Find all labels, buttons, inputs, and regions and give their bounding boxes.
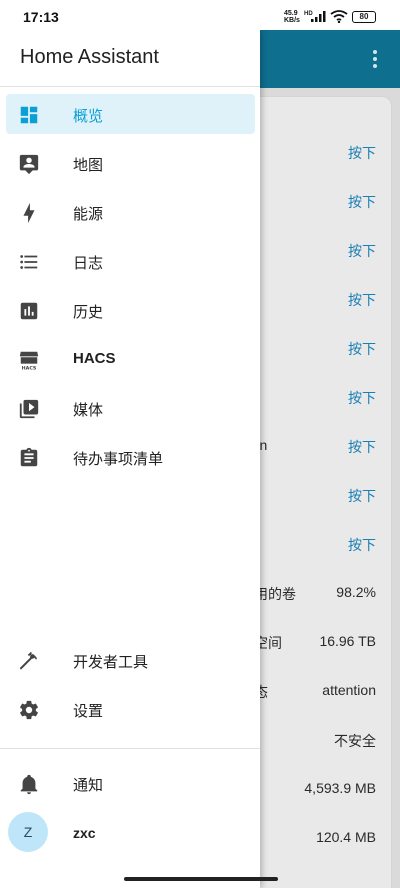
nav-item-notifications[interactable]: 通知 <box>6 763 255 803</box>
status-time: 17:13 <box>23 9 59 25</box>
entity-row: 状态attention <box>240 682 400 702</box>
entity-row: 按下 <box>240 388 400 408</box>
network-speed: 45.9 KB/s <box>284 10 300 24</box>
lightning-bolt-icon <box>23 202 35 224</box>
entity-press-button[interactable]: 按下 <box>348 388 376 408</box>
entity-row: 不安全 <box>240 731 400 751</box>
navigation-drawer: Home Assistant 概览 地图 能源 日志 历史 HACS HACS … <box>0 30 260 888</box>
entity-row: 按下 <box>240 486 400 506</box>
bell-icon <box>20 774 38 795</box>
play-box-multiple-icon <box>19 399 39 419</box>
entity-row: mon按下 <box>240 437 400 457</box>
nav-item-hacs[interactable]: HACS HACS <box>6 339 255 379</box>
entity-row: 用空间 16.96 TB <box>240 633 400 653</box>
entity-row-value: 98.2% <box>336 584 376 600</box>
nav-item-energy[interactable]: 能源 <box>6 192 255 232</box>
entity-row: 换）4,593.9 MB <box>240 780 400 800</box>
dashboard-icon <box>20 106 38 124</box>
nav-item-settings[interactable]: 设置 <box>6 689 255 729</box>
nav-item-map[interactable]: 地图 <box>6 143 255 183</box>
chart-box-icon <box>20 302 38 320</box>
nav-item-label: 历史 <box>73 304 104 321</box>
entity-press-button[interactable]: 按下 <box>348 535 376 555</box>
entity-row-value: 不安全 <box>334 733 376 749</box>
entity-row: s按下 <box>240 143 400 163</box>
entity-press-button[interactable]: 按下 <box>348 241 376 261</box>
clipboard-list-icon <box>20 447 38 467</box>
svg-text:HACS: HACS <box>22 366 37 371</box>
nav-item-label: 媒体 <box>73 402 104 419</box>
cog-icon <box>20 700 38 720</box>
entity-press-button[interactable]: 按下 <box>348 486 376 506</box>
entity-press-button[interactable]: 按下 <box>348 143 376 163</box>
entity-press-button[interactable]: 按下 <box>348 339 376 359</box>
entity-row: 按下 <box>240 339 400 359</box>
nav-item-label: 通知 <box>73 777 104 794</box>
entity-row: 按下 <box>240 290 400 310</box>
nav-item-label: HACS <box>73 350 116 367</box>
map-account-icon <box>19 154 39 175</box>
entity-row-value: attention <box>322 682 376 698</box>
entity-row-value: 120.4 MB <box>316 829 376 845</box>
nav-item-label: 概览 <box>73 108 104 125</box>
overflow-menu-icon[interactable] <box>372 50 378 70</box>
entity-row: 按下 <box>240 241 400 261</box>
nav-item-developer-tools[interactable]: 开发者工具 <box>6 640 255 680</box>
entity-row-value: 16.96 TB <box>319 633 376 649</box>
nav-item-history[interactable]: 历史 <box>6 290 255 330</box>
user-name[interactable]: zxc <box>73 825 96 841</box>
entity-press-button[interactable]: 按下 <box>348 437 376 457</box>
battery-indicator: 80 <box>352 11 376 23</box>
signal-icon <box>311 11 326 22</box>
nav-item-logbook[interactable]: 日志 <box>6 241 255 281</box>
nav-item-label: 待办事项清单 <box>73 451 164 468</box>
hacs-store-icon: HACS <box>19 351 39 371</box>
wifi-icon <box>330 10 348 23</box>
nav-item-overview[interactable]: 概览 <box>6 94 255 134</box>
nav-item-todo[interactable]: 待办事项清单 <box>6 437 255 477</box>
network-speed-unit: KB/s <box>284 17 300 24</box>
status-bar: 17:13 45.9 KB/s HD 80 <box>0 0 400 30</box>
entity-row: 按下 <box>240 535 400 555</box>
avatar[interactable]: Z <box>8 812 48 852</box>
nav-item-label: 能源 <box>73 206 104 223</box>
home-indicator[interactable] <box>124 877 278 881</box>
entity-press-button[interactable]: 按下 <box>348 290 376 310</box>
network-speed-value: 45.9 <box>284 10 298 17</box>
nav-item-media[interactable]: 媒体 <box>6 388 255 428</box>
entity-row-value: 4,593.9 MB <box>304 780 376 796</box>
divider <box>0 748 260 749</box>
nav-item-label: 地图 <box>73 157 104 174</box>
entity-row: 按下 <box>240 192 400 212</box>
format-list-bulleted-icon <box>20 255 38 269</box>
nav-item-label: 日志 <box>73 255 104 272</box>
divider <box>0 86 260 87</box>
entity-row: 吏用的卷 98.2% <box>240 584 400 604</box>
nav-item-label: 设置 <box>73 703 104 720</box>
drawer-title: Home Assistant <box>20 46 159 68</box>
entity-press-button[interactable]: 按下 <box>348 192 376 212</box>
hammer-icon <box>19 651 37 670</box>
nav-item-label: 开发者工具 <box>73 654 149 671</box>
entity-row: 际）120.4 MB <box>240 829 400 849</box>
